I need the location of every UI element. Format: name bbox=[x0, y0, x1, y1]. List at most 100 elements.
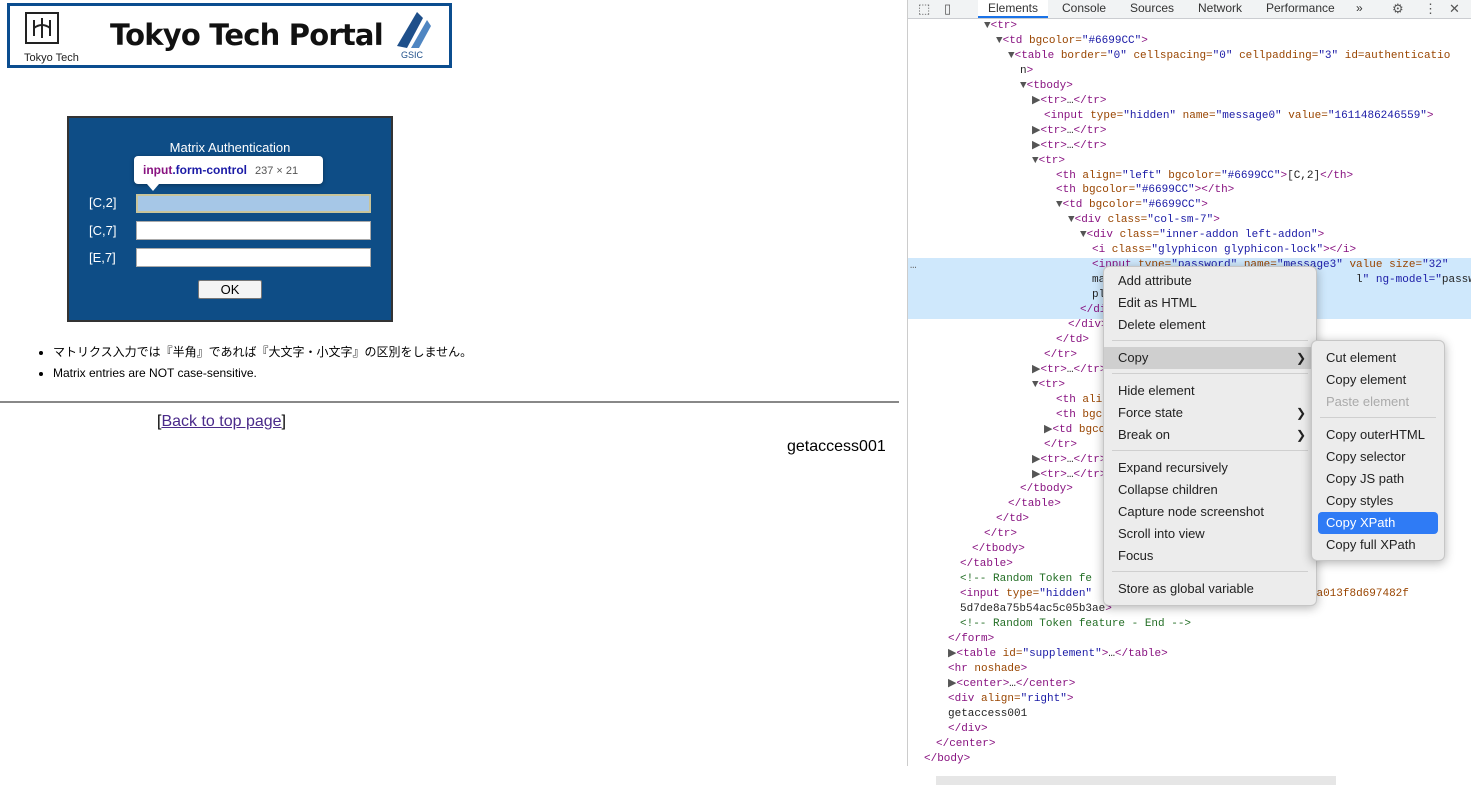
logo-caption: Tokyo Tech bbox=[24, 52, 79, 64]
dom-node-line[interactable]: ▼<tr> bbox=[984, 19, 1017, 34]
dom-node-line[interactable]: </tbody> bbox=[1020, 482, 1073, 497]
menu-separator bbox=[1112, 571, 1308, 572]
submenu-item-copy-outerhtml[interactable]: Copy outerHTML bbox=[1312, 424, 1444, 446]
dom-node-line[interactable]: ▼<tr> bbox=[1032, 378, 1065, 393]
dom-node-line[interactable]: </tr> bbox=[1044, 348, 1077, 363]
menu-item-capture-node-screenshot[interactable]: Capture node screenshot bbox=[1104, 501, 1316, 523]
bracket-close: ] bbox=[281, 413, 286, 430]
matrix-label-e7: [E,7] bbox=[89, 250, 116, 265]
portal-title: Tokyo Tech Portal bbox=[110, 18, 384, 52]
tab-elements[interactable]: Elements bbox=[978, 0, 1048, 18]
dom-node-line[interactable]: ▶<tr>…</tr> bbox=[1032, 124, 1107, 139]
dom-node-line[interactable]: ▼<div class="col-sm-7"> bbox=[1068, 213, 1220, 228]
dom-node-line[interactable]: <!-- Random Token feature - End --> bbox=[960, 617, 1191, 632]
dom-node-line[interactable]: ▶<tr>…</tr> bbox=[1032, 94, 1107, 109]
inspect-element-icon[interactable]: ⬚ bbox=[918, 1, 930, 17]
menu-item-delete-element[interactable]: Delete element bbox=[1104, 314, 1316, 336]
dom-node-line[interactable]: </table> bbox=[1008, 497, 1061, 512]
submenu-item-copy-styles[interactable]: Copy styles bbox=[1312, 490, 1444, 512]
menu-item-expand-recursively[interactable]: Expand recursively bbox=[1104, 457, 1316, 479]
tab-console[interactable]: Console bbox=[1062, 0, 1106, 18]
menu-item-hide-element[interactable]: Hide element bbox=[1104, 380, 1316, 402]
matrix-input-c7[interactable] bbox=[136, 221, 371, 240]
dom-node-line[interactable]: </td> bbox=[996, 512, 1029, 527]
menu-item-edit-as-html[interactable]: Edit as HTML bbox=[1104, 292, 1316, 314]
dom-node-line[interactable]: </tr> bbox=[984, 527, 1017, 542]
menu-separator bbox=[1112, 450, 1308, 451]
chevron-right-icon: ❯ bbox=[1295, 406, 1306, 420]
dom-node-line[interactable]: ▶<table id="supplement">…</table> bbox=[948, 647, 1168, 662]
copy-submenu: Cut element Copy element Paste element C… bbox=[1311, 340, 1445, 561]
dom-node-line[interactable]: ▼<td bgcolor="#6699CC"> bbox=[1056, 198, 1208, 213]
dom-node-line[interactable]: <hr noshade> bbox=[948, 662, 1027, 677]
dom-node-line[interactable]: <div align="right"> bbox=[948, 692, 1073, 707]
submenu-item-copy-selector[interactable]: Copy selector bbox=[1312, 446, 1444, 468]
dom-node-line[interactable]: </body> bbox=[924, 752, 970, 767]
menu-item-break-on[interactable]: Break on ❯ bbox=[1104, 424, 1316, 446]
dom-node-line[interactable]: <th bgco bbox=[1056, 408, 1109, 423]
menu-item-force-state[interactable]: Force state ❯ bbox=[1104, 402, 1316, 424]
back-to-top-link[interactable]: Back to top page bbox=[161, 413, 281, 430]
dom-node-line[interactable]: ▶<tr>…</tr> bbox=[1032, 453, 1107, 468]
tab-performance[interactable]: Performance bbox=[1266, 0, 1335, 18]
menu-item-focus[interactable]: Focus bbox=[1104, 545, 1316, 567]
dom-node-line[interactable]: </tr> bbox=[1044, 438, 1077, 453]
dom-node-line[interactable]: ▼<tbody> bbox=[1020, 79, 1073, 94]
submenu-item-copy-xpath[interactable]: Copy XPath bbox=[1318, 512, 1438, 534]
matrix-input-e7[interactable] bbox=[136, 248, 371, 267]
dom-node-line[interactable]: </td> bbox=[1056, 333, 1089, 348]
ok-button[interactable]: OK bbox=[198, 280, 262, 299]
dom-node-line[interactable]: ▶<tr>…</tr> bbox=[1032, 363, 1107, 378]
horizontal-scrollbar[interactable] bbox=[936, 776, 1336, 785]
dom-node-line[interactable]: <th align="left" bgcolor="#6699CC">[C,2]… bbox=[1056, 169, 1353, 184]
dom-node-line[interactable]: <th alig bbox=[1056, 393, 1109, 408]
dom-node-line[interactable]: <input type="hidden" name="message0" val… bbox=[1044, 109, 1434, 124]
tab-network[interactable]: Network bbox=[1198, 0, 1242, 18]
dom-node-line[interactable]: ▶<center>…</center> bbox=[948, 677, 1075, 692]
kebab-menu-icon[interactable]: ⋮ bbox=[1424, 1, 1437, 17]
gear-icon[interactable]: ⚙ bbox=[1392, 1, 1404, 17]
dom-node-line[interactable]: ▶<td bgco bbox=[1044, 423, 1105, 438]
submenu-item-cut-element[interactable]: Cut element bbox=[1312, 347, 1444, 369]
menu-item-copy[interactable]: Copy ❯ bbox=[1104, 347, 1316, 369]
submenu-item-copy-element[interactable]: Copy element bbox=[1312, 369, 1444, 391]
menu-separator bbox=[1112, 373, 1308, 374]
device-toggle-icon[interactable]: ▯ bbox=[944, 1, 951, 17]
dom-node-line[interactable]: ▶<tr>…</tr> bbox=[1032, 139, 1107, 154]
dom-node-line[interactable]: ▼<tr> bbox=[1032, 154, 1065, 169]
menu-item-add-attribute[interactable]: Add attribute bbox=[1104, 270, 1316, 292]
dom-node-line[interactable]: </table> bbox=[960, 557, 1013, 572]
dom-node-line[interactable]: ▼<table border="0" cellspacing="0" cellp… bbox=[1008, 49, 1450, 64]
back-to-top: [Back to top page] bbox=[157, 413, 286, 431]
dom-node-line[interactable]: n> bbox=[1020, 64, 1033, 79]
dom-node-line[interactable]: ▼<td bgcolor="#6699CC"> bbox=[996, 34, 1148, 49]
inspect-tooltip: input.form-control 237 × 21 bbox=[134, 156, 323, 184]
dom-node-line[interactable]: <i class="glyphicon glyphicon-lock"></i> bbox=[1092, 243, 1356, 258]
more-tabs-button[interactable]: » bbox=[1356, 0, 1363, 18]
tab-sources[interactable]: Sources bbox=[1130, 0, 1174, 18]
dom-node-line[interactable]: <!-- Random Token fe bbox=[960, 572, 1092, 587]
menu-item-store-global-variable[interactable]: Store as global variable bbox=[1104, 578, 1316, 600]
dom-node-line[interactable]: </div> bbox=[948, 722, 988, 737]
matrix-input-c2[interactable] bbox=[136, 194, 371, 213]
dom-node-line[interactable]: ▼<div class="inner-addon left-addon"> bbox=[1080, 228, 1324, 243]
node-dots[interactable]: … bbox=[910, 260, 917, 272]
chevron-right-icon: ❯ bbox=[1295, 351, 1306, 365]
dom-node-line[interactable]: getaccess001 bbox=[948, 707, 1027, 722]
tooltip-class: .form-control bbox=[172, 163, 247, 177]
dom-node-line[interactable]: </tbody> bbox=[972, 542, 1025, 557]
menu-separator bbox=[1112, 340, 1308, 341]
dom-node-line[interactable]: </div> bbox=[1068, 318, 1108, 333]
context-menu: Add attribute Edit as HTML Delete elemen… bbox=[1103, 266, 1317, 606]
dom-node-line[interactable]: <th bgcolor="#6699CC"></th> bbox=[1056, 183, 1234, 198]
close-icon[interactable]: ✕ bbox=[1449, 1, 1460, 17]
dom-node-line[interactable]: </center> bbox=[936, 737, 995, 752]
submenu-item-copy-js-path[interactable]: Copy JS path bbox=[1312, 468, 1444, 490]
dom-node-line[interactable]: 5d7de8a75b54ac5c05b3ae> bbox=[960, 602, 1112, 617]
dom-node-line[interactable]: </form> bbox=[948, 632, 994, 647]
dom-node-line[interactable]: ▶<tr>…</tr> bbox=[1032, 468, 1107, 483]
horizontal-rule bbox=[0, 401, 899, 403]
submenu-item-copy-full-xpath[interactable]: Copy full XPath bbox=[1312, 534, 1444, 556]
menu-item-collapse-children[interactable]: Collapse children bbox=[1104, 479, 1316, 501]
menu-item-scroll-into-view[interactable]: Scroll into view bbox=[1104, 523, 1316, 545]
